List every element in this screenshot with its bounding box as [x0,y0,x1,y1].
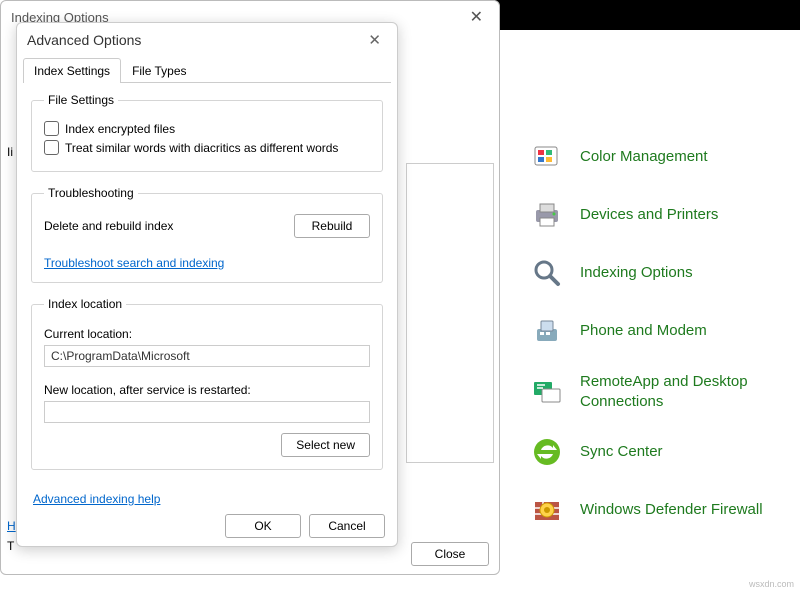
search-icon [530,256,564,290]
control-panel-list: Color Management Devices and Printers In… [530,140,780,551]
tab-index-settings[interactable]: Index Settings [23,58,121,83]
titlebar-black [495,0,800,30]
sync-icon [530,435,564,469]
cp-label: Sync Center [580,442,663,462]
cp-label: Windows Defender Firewall [580,500,763,520]
diacritics-label: Treat similar words with diacritics as d… [65,141,338,155]
watermark: wsxdn.com [749,579,794,589]
index-location-legend: Index location [44,297,126,311]
cp-defender-firewall[interactable]: Windows Defender Firewall [530,493,780,527]
diacritics-row: Treat similar words with diacritics as d… [44,140,370,155]
dialog-titlebar: Advanced Options ✕ [17,23,397,57]
rebuild-row: Delete and rebuild index Rebuild [44,214,370,238]
cp-indexing-options[interactable]: Indexing Options [530,256,780,290]
obscured-text: Ii [7,145,13,159]
dialog-title: Advanced Options [27,32,141,48]
remote-desktop-icon [530,375,564,409]
current-location-field [44,345,370,367]
cp-label: RemoteApp and Desktop Connections [580,372,780,411]
phone-icon [530,314,564,348]
cp-color-management[interactable]: Color Management [530,140,780,174]
troubleshooting-legend: Troubleshooting [44,186,138,200]
cp-phone-modem[interactable]: Phone and Modem [530,314,780,348]
new-location-field[interactable] [44,401,370,423]
advanced-help-link[interactable]: Advanced indexing help [33,492,160,506]
select-new-button[interactable]: Select new [281,433,370,457]
troubleshoot-link[interactable]: Troubleshoot search and indexing [44,256,224,270]
cp-sync-center[interactable]: Sync Center [530,435,780,469]
cp-label: Devices and Printers [580,205,718,225]
close-button[interactable]: Close [411,542,489,566]
cp-remoteapp[interactable]: RemoteApp and Desktop Connections [530,372,780,411]
obscured-text-2: T [7,539,14,553]
tab-strip: Index Settings File Types [23,57,391,83]
troubleshooting-group: Troubleshooting Delete and rebuild index… [31,186,383,283]
new-location-label: New location, after service is restarted… [44,383,370,397]
diacritics-checkbox[interactable] [44,140,59,155]
ok-button[interactable]: OK [225,514,301,538]
dialog-footer: OK Cancel [225,514,385,538]
rebuild-button[interactable]: Rebuild [294,214,370,238]
cp-label: Color Management [580,147,708,167]
index-encrypted-checkbox[interactable] [44,121,59,136]
color-management-icon [530,140,564,174]
file-settings-group: File Settings Index encrypted files Trea… [31,93,383,172]
current-location-label: Current location: [44,327,370,341]
index-encrypted-label: Index encrypted files [65,122,175,136]
encrypt-row: Index encrypted files [44,121,370,136]
parent-listbox [406,163,494,463]
dialog-close-button[interactable]: ✕ [362,29,387,51]
obscured-link[interactable]: H [7,519,16,533]
firewall-icon [530,493,564,527]
rebuild-label: Delete and rebuild index [44,219,173,233]
file-settings-legend: File Settings [44,93,118,107]
dialog-body: File Settings Index encrypted files Trea… [17,83,397,528]
printer-icon [530,198,564,232]
cancel-button[interactable]: Cancel [309,514,385,538]
advanced-options-dialog: Advanced Options ✕ Index Settings File T… [16,22,398,547]
cp-label: Phone and Modem [580,321,707,341]
tab-file-types[interactable]: File Types [121,58,197,83]
parent-close-button[interactable]: ✕ [464,7,489,27]
index-location-group: Index location Current location: New loc… [31,297,383,470]
cp-label: Indexing Options [580,263,693,283]
cp-devices-printers[interactable]: Devices and Printers [530,198,780,232]
